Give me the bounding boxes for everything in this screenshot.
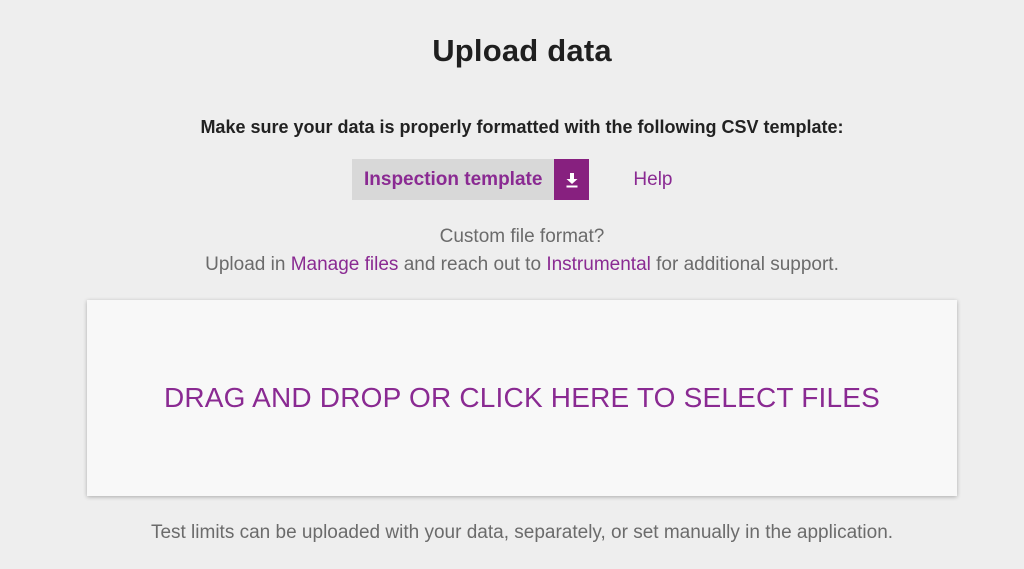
template-row: Inspection template Help bbox=[352, 159, 673, 200]
upload-support-text: Upload in Manage files and reach out to … bbox=[0, 254, 1024, 276]
page-title: Upload data bbox=[432, 33, 612, 68]
dropzone-label: DRAG AND DROP OR CLICK HERE TO SELECT FI… bbox=[163, 382, 881, 413]
upload-middle-text: and reach out to bbox=[403, 254, 542, 275]
inspection-template-label: Inspection template bbox=[364, 168, 543, 190]
template-instructions: Make sure your data is properly formatte… bbox=[200, 117, 844, 137]
custom-format-question: Custom file format? bbox=[439, 226, 605, 247]
test-limits-note: Test limits can be uploaded with your da… bbox=[150, 522, 894, 543]
upload-prefix-text: Upload in bbox=[205, 254, 286, 275]
help-link[interactable]: Help bbox=[633, 169, 672, 191]
inspection-template-download-button[interactable]: Inspection template bbox=[352, 159, 590, 200]
file-dropzone[interactable]: DRAG AND DROP OR CLICK HERE TO SELECT FI… bbox=[87, 300, 957, 496]
download-icon bbox=[554, 159, 590, 200]
upload-suffix-text: for additional support. bbox=[656, 254, 839, 275]
manage-files-link[interactable]: Manage files bbox=[291, 254, 399, 275]
instrumental-link[interactable]: Instrumental bbox=[546, 254, 651, 275]
